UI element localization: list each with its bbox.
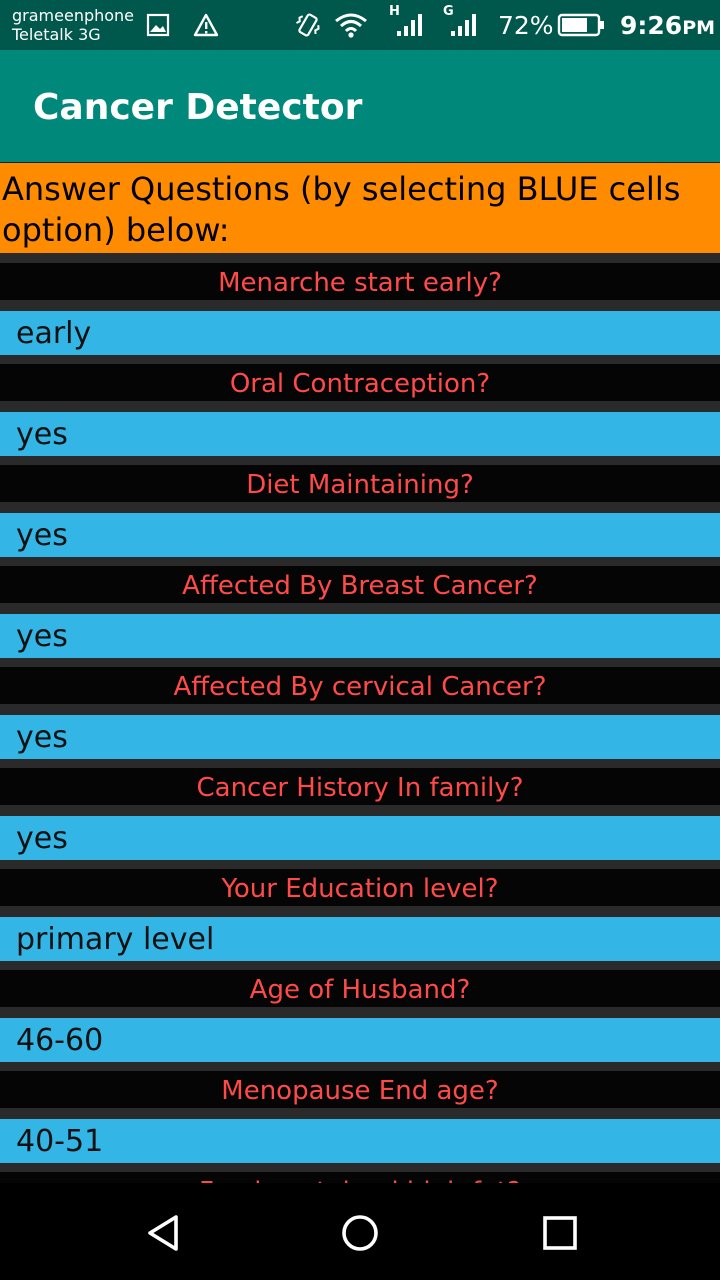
carrier-secondary: Teletalk 3G [12, 25, 101, 44]
battery-icon [557, 13, 604, 37]
recents-icon[interactable] [536, 1209, 584, 1257]
app-title: Cancer Detector [33, 87, 363, 128]
answer-select[interactable]: 40-51 [0, 1119, 720, 1163]
answer-select[interactable]: yes [0, 412, 720, 456]
navigation-bar [0, 1183, 720, 1280]
status-bar: grameenphone Teletalk 3G H G 72% 9:26PM [0, 0, 720, 50]
answer-select[interactable]: yes [0, 715, 720, 759]
answer-select[interactable]: yes [0, 816, 720, 860]
question-label: Affected By cervical Cancer? [0, 667, 720, 704]
question-label: Menopause End age? [0, 1071, 720, 1108]
wifi-icon [335, 13, 367, 38]
question-label: Diet Maintaining? [0, 465, 720, 502]
answer-select[interactable]: 46-60 [0, 1018, 720, 1062]
clock: 9:26PM [620, 11, 715, 43]
clock-suffix: PM [682, 17, 716, 39]
question-label: Menarche start early? [0, 263, 720, 300]
battery-percent: 72% [498, 11, 554, 40]
question-list[interactable]: Menarche start early? early Oral Contracep… [0, 263, 720, 1183]
instruction-banner: Answer Questions (by selecting BLUE cell… [0, 163, 720, 253]
question-label: Oral Contraception? [0, 364, 720, 401]
answer-select[interactable]: yes [0, 614, 720, 658]
question-label: Food contained high fat? [0, 1172, 720, 1183]
question-label: Affected By Breast Cancer? [0, 566, 720, 603]
signal-icon [451, 14, 476, 36]
question-label: Cancer History In family? [0, 768, 720, 805]
answer-select[interactable]: early [0, 311, 720, 355]
question-label: Age of Husband? [0, 970, 720, 1007]
back-icon[interactable] [140, 1209, 188, 1257]
warning-icon [193, 13, 219, 37]
vibrate-icon [296, 13, 320, 37]
question-label: Your Education level? [0, 869, 720, 906]
home-icon[interactable] [336, 1209, 384, 1257]
answer-select[interactable]: primary level [0, 917, 720, 961]
carrier-name: grameenphone [12, 6, 135, 25]
signal-icon [397, 14, 422, 36]
app-bar: Cancer Detector [0, 50, 720, 162]
image-icon [146, 13, 170, 37]
carrier-info: grameenphone Teletalk 3G [12, 6, 134, 44]
clock-time: 9:26 [620, 11, 683, 40]
answer-select[interactable]: yes [0, 513, 720, 557]
